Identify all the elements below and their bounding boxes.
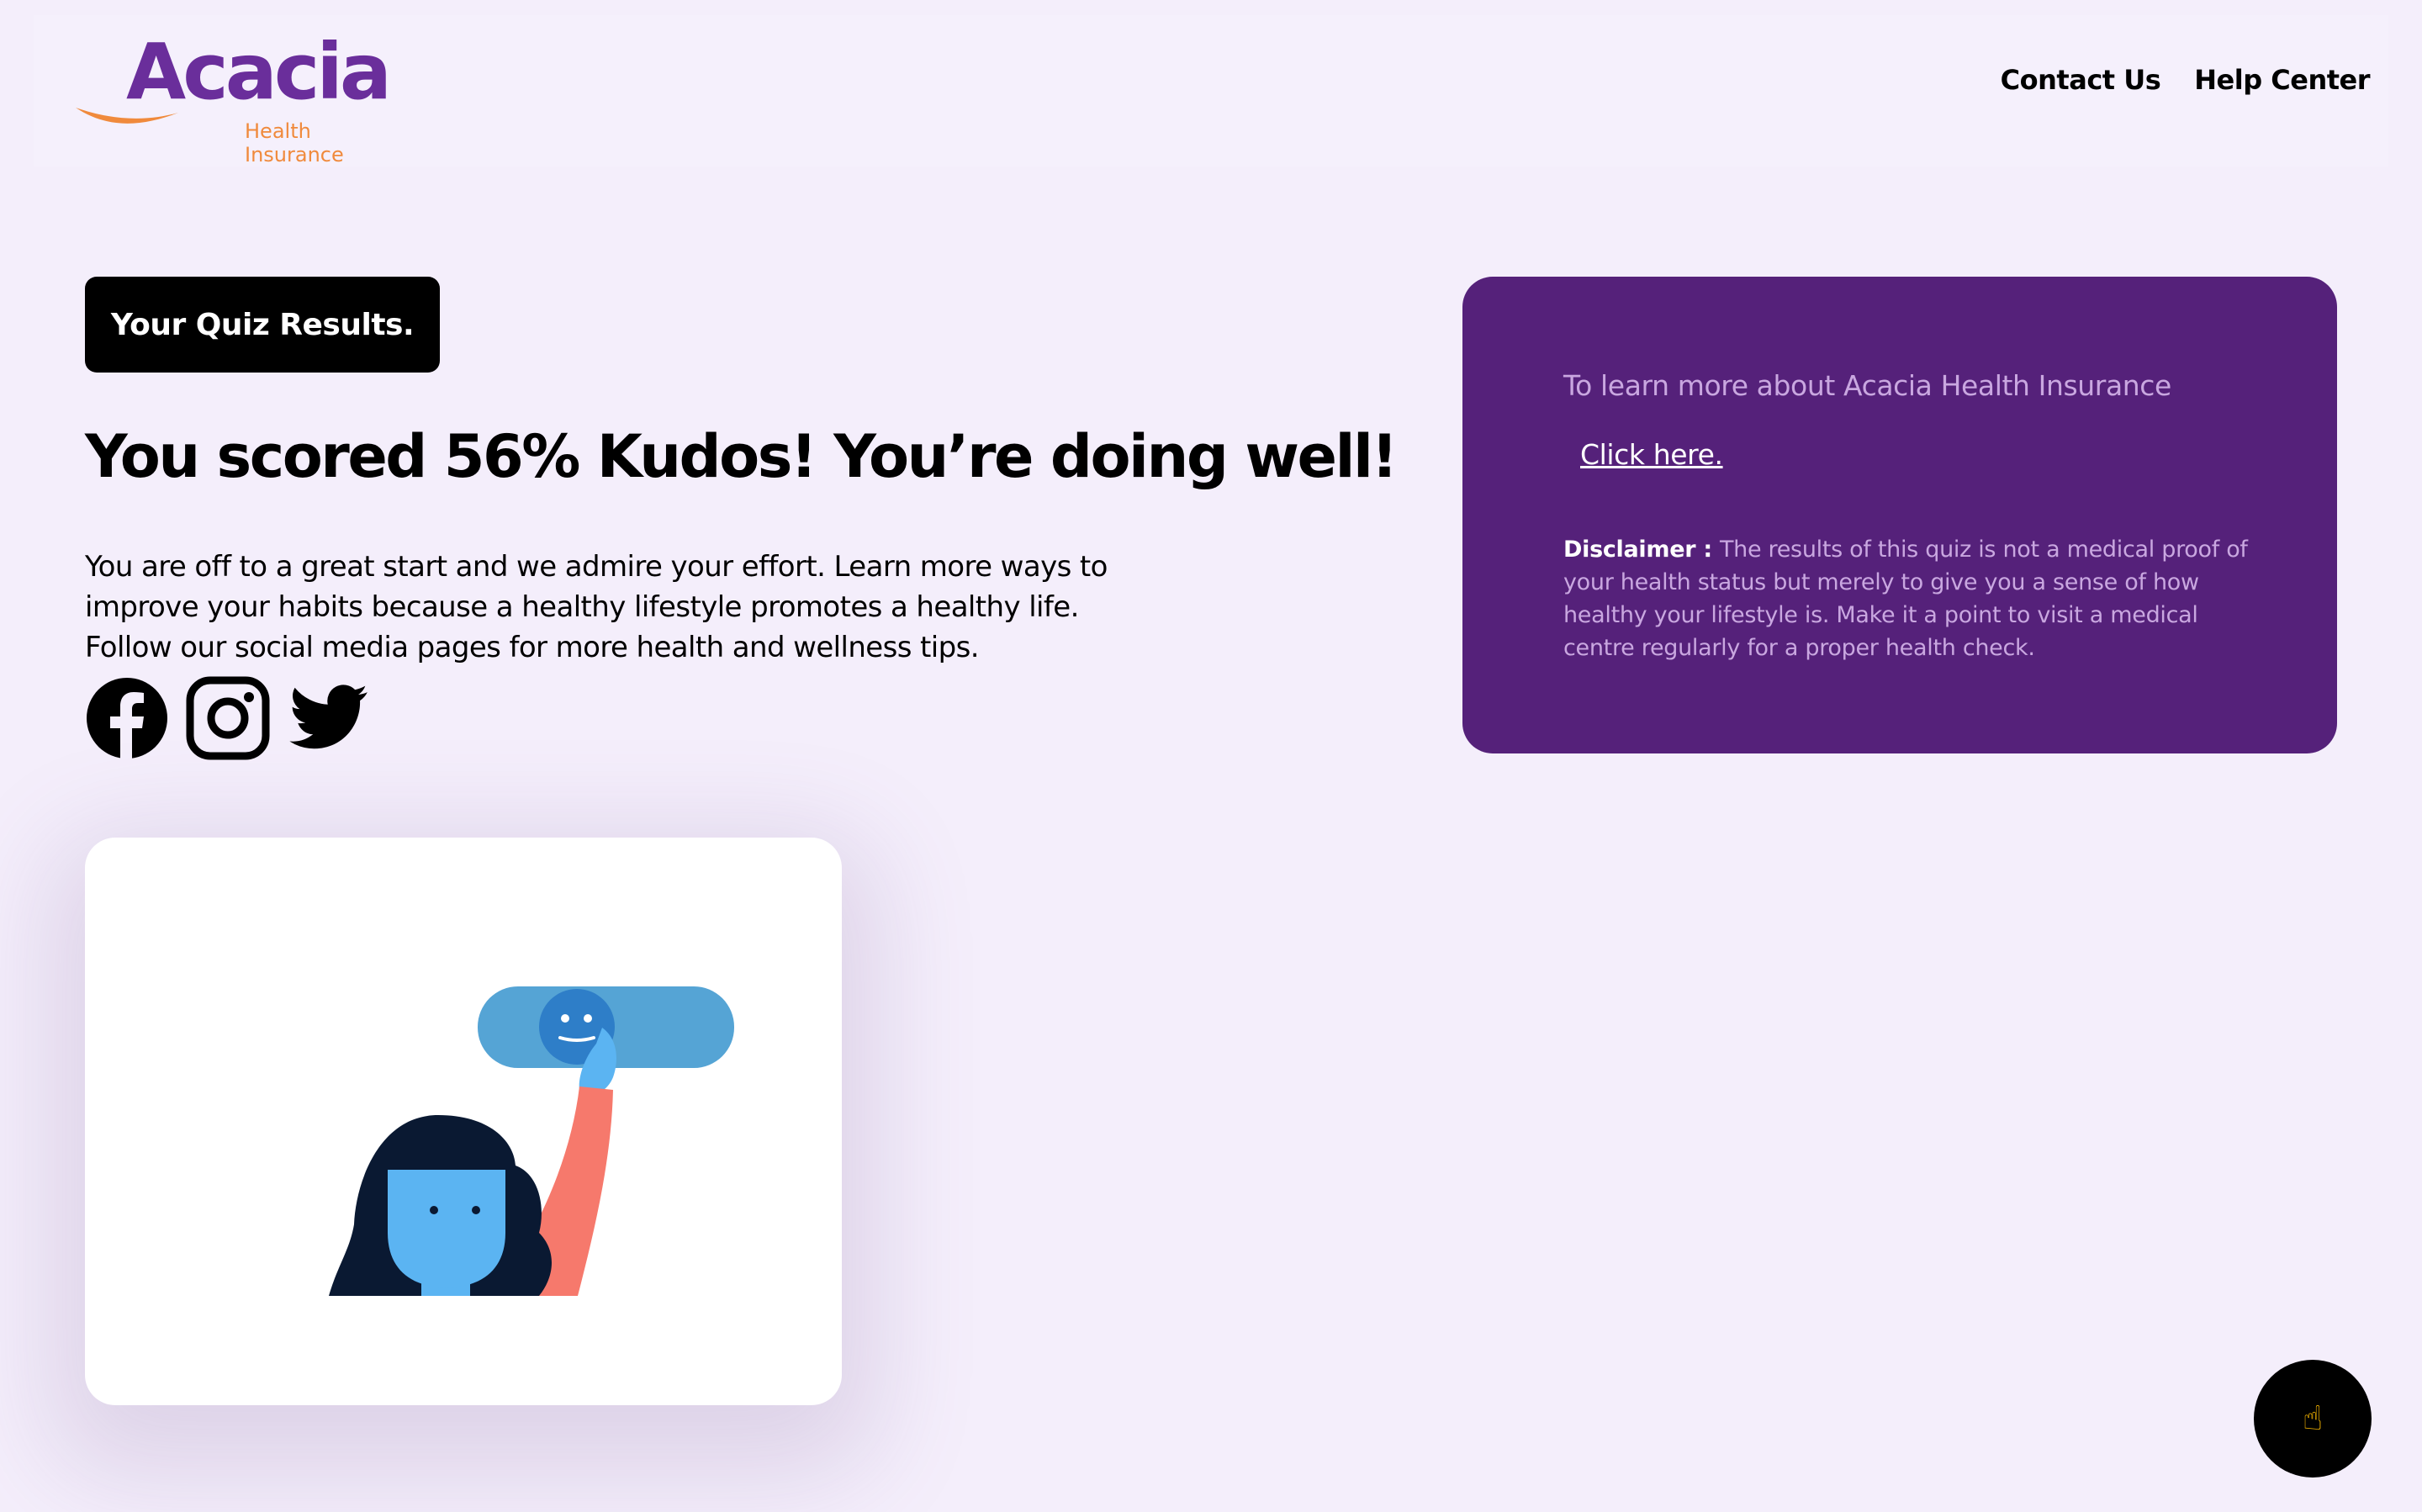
woman-rating-illustration (320, 986, 734, 1300)
facebook-icon[interactable] (85, 676, 169, 764)
social-links (85, 676, 371, 764)
floating-action-button[interactable]: ☝ (2254, 1360, 2372, 1478)
nav-help-center[interactable]: Help Center (2194, 64, 2370, 96)
disclaimer-label: Disclaimer : (1563, 537, 1720, 563)
pointing-hand-icon: ☝ (2302, 1399, 2324, 1438)
twitter-icon[interactable] (287, 676, 371, 764)
click-here-link[interactable]: Click here. (1580, 438, 1723, 471)
disclaimer: Disclaimer : The results of this quiz is… (1563, 533, 2253, 664)
quiz-results-badge: Your Quiz Results. (85, 277, 440, 373)
nav-contact-us[interactable]: Contact Us (2001, 64, 2161, 96)
illustration-card (85, 838, 842, 1405)
score-description: You are off to a great start and we admi… (85, 550, 1108, 664)
acacia-logo[interactable]: Acacia Health Insurance (72, 27, 409, 167)
info-lead-text: To learn more about Acacia Health Insura… (1563, 369, 2171, 402)
score-heading: You scored 56% Kudos! You’re doing well! (85, 422, 1398, 491)
info-panel: To learn more about Acacia Health Insura… (1462, 277, 2337, 753)
top-nav: Contact Us Help Center (2001, 64, 2371, 96)
page: Acacia Health Insurance Contact Us Help … (0, 0, 2422, 1512)
logo-wordmark: Acacia (126, 27, 392, 117)
instagram-icon[interactable] (186, 676, 270, 764)
logo-tagline: Health Insurance (245, 119, 344, 167)
site-header: Acacia Health Insurance Contact Us Help … (34, 15, 2388, 167)
